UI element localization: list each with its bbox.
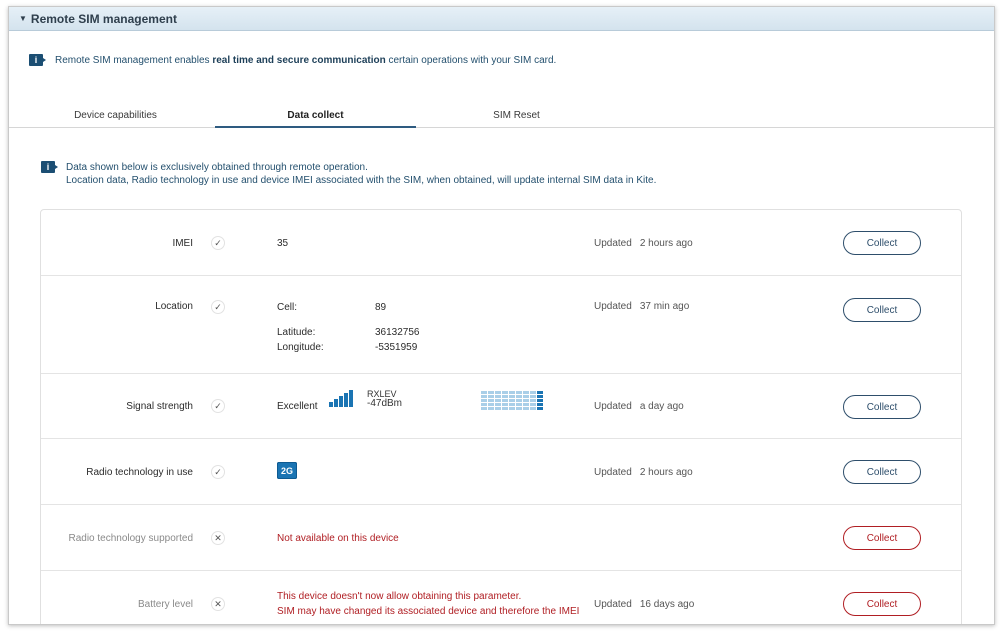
remote-sim-panel: ▼ Remote SIM management i Remote SIM man… — [8, 6, 995, 625]
imei-updated: Updated 2 hours ago — [594, 238, 693, 249]
data-notice: i Data shown below is exclusively obtain… — [41, 161, 656, 187]
collect-radio-supported-button[interactable]: Collect — [843, 526, 921, 550]
location-updated: Updated 37 min ago — [594, 301, 689, 312]
row-battery-level: Battery level ✕ This device doesn't now … — [41, 571, 961, 624]
signal-quality: Excellent — [277, 401, 318, 412]
network-2g-badge: 2G — [277, 462, 297, 479]
collect-imei-button[interactable]: Collect — [843, 231, 921, 255]
imei-label: IMEI — [172, 238, 193, 249]
panel-header[interactable]: ▼ Remote SIM management — [9, 7, 994, 31]
intro-message: i Remote SIM management enables real tim… — [29, 54, 556, 66]
updated-time: 2 hours ago — [639, 238, 693, 249]
tab-sim-reset[interactable]: SIM Reset — [416, 107, 617, 128]
info-icon: i — [29, 54, 46, 66]
intro-text-start: Remote SIM management enables — [55, 54, 213, 66]
longitude-value: -5351959 — [375, 342, 418, 353]
updated-time: 2 hours ago — [639, 467, 693, 478]
collapse-caret-icon[interactable]: ▼ — [19, 14, 27, 23]
location-label: Location — [155, 301, 193, 312]
row-imei: IMEI ✓ 35 Updated 2 hours ago Collect — [41, 210, 961, 276]
radio-supported-error: Not available on this device — [277, 533, 399, 544]
collect-radio-use-button[interactable]: Collect — [843, 460, 921, 484]
rxlev-readout: RXLEV -47dBm — [367, 390, 403, 409]
cross-icon: ✕ — [211, 531, 225, 545]
cell-label: Cell: — [277, 302, 298, 313]
signal-updated: Updated a day ago — [594, 401, 684, 412]
radio-supported-label: Radio technology supported — [68, 533, 193, 544]
longitude-label: Longitude: — [277, 342, 324, 353]
rxlev-value: -47dBm — [367, 398, 403, 409]
signal-bars-icon — [329, 390, 354, 407]
collect-battery-button[interactable]: Collect — [843, 592, 921, 616]
updated-label: Updated — [594, 401, 632, 412]
latitude-label: Latitude: — [277, 327, 316, 338]
row-radio-tech-supported: Radio technology supported ✕ Not availab… — [41, 505, 961, 571]
updated-label: Updated — [594, 301, 632, 312]
signal-level-meter — [481, 391, 543, 410]
collect-location-button[interactable]: Collect — [843, 298, 921, 322]
intro-text-end: certain operations with your SIM card. — [385, 54, 557, 66]
radio-use-updated: Updated 2 hours ago — [594, 467, 693, 478]
row-location: Location ✓ Cell: 89 Latitude: 36132756 L… — [41, 276, 961, 374]
cell-value: 89 — [375, 302, 387, 313]
updated-time: 16 days ago — [639, 599, 695, 610]
radio-use-label: Radio technology in use — [86, 467, 193, 478]
check-icon: ✓ — [211, 236, 225, 250]
updated-time: a day ago — [639, 401, 684, 412]
battery-error-line-2: SIM may have changed its associated devi… — [277, 606, 580, 617]
updated-label: Updated — [594, 467, 632, 478]
tab-bar: Device capabilities Data collect SIM Res… — [9, 107, 994, 128]
tab-data-collect[interactable]: Data collect — [215, 107, 416, 128]
check-icon: ✓ — [211, 399, 225, 413]
updated-time: 37 min ago — [639, 301, 690, 312]
info-icon: i — [41, 161, 58, 173]
cross-icon: ✕ — [211, 597, 225, 611]
location-values: Cell: 89 Latitude: 36132756 Longitude: -… — [277, 302, 455, 353]
collect-signal-button[interactable]: Collect — [843, 395, 921, 419]
data-collect-card: IMEI ✓ 35 Updated 2 hours ago Collect Loc… — [40, 209, 962, 624]
notice-line-2: Location data, Radio technology in use a… — [66, 175, 657, 186]
intro-text-bold: real time and secure communication — [212, 54, 386, 66]
battery-error: This device doesn't now allow obtaining … — [277, 589, 579, 619]
row-radio-tech-in-use: Radio technology in use ✓ 2G Updated 2 ho… — [41, 439, 961, 505]
signal-label: Signal strength — [126, 401, 193, 412]
row-signal-strength: Signal strength ✓ Excellent RXLEV -47dBm… — [41, 374, 961, 439]
check-icon: ✓ — [211, 300, 225, 314]
battery-updated: Updated 16 days ago — [594, 599, 694, 610]
notice-line-1: Data shown below is exclusively obtained… — [66, 162, 368, 173]
updated-label: Updated — [594, 238, 632, 249]
tab-device-capabilities[interactable]: Device capabilities — [15, 107, 216, 128]
latitude-value: 36132756 — [375, 327, 420, 338]
updated-label: Updated — [594, 599, 632, 610]
check-icon: ✓ — [211, 465, 225, 479]
imei-value: 35 — [277, 238, 289, 249]
intro-text: Remote SIM management enables real time … — [55, 55, 556, 66]
battery-error-line-1: This device doesn't now allow obtaining … — [277, 591, 522, 602]
battery-label: Battery level — [137, 599, 193, 610]
panel-title: Remote SIM management — [30, 11, 177, 26]
